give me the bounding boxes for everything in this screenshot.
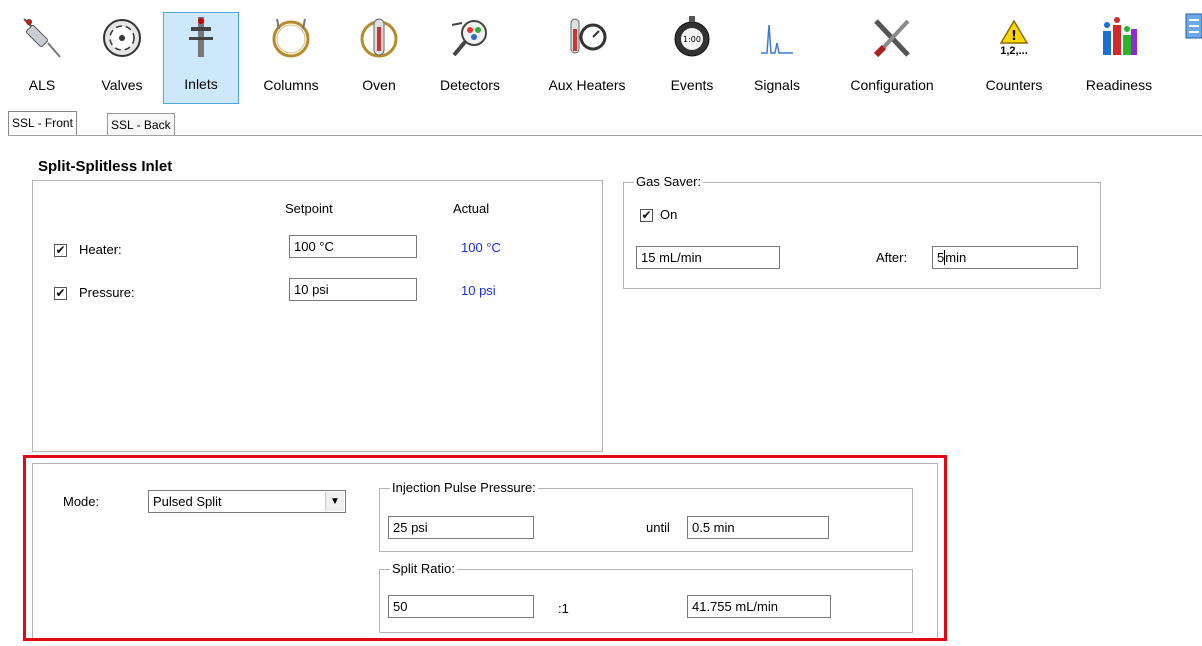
setpoint-panel: Setpoint Actual ✔ Heater: 100 °C 100 °C … — [32, 180, 603, 452]
actual-header: Actual — [453, 201, 490, 216]
toolbar-label: Aux Heaters — [548, 77, 626, 93]
setpoint-header: Setpoint — [285, 201, 333, 216]
toolbar-label: Events — [670, 77, 714, 93]
heater-actual-value: 100 °C — [461, 240, 501, 255]
column-coil-icon — [269, 13, 313, 63]
tools-icon — [870, 13, 914, 63]
detector-icon — [448, 13, 492, 63]
toolbar-oven-button[interactable]: Oven — [352, 13, 406, 103]
toolbar-label: Inlets — [184, 76, 218, 92]
pressure-setpoint-input[interactable]: 10 psi — [289, 278, 417, 301]
toolbar-label: Oven — [362, 77, 396, 93]
pressure-actual-value: 10 psi — [461, 283, 496, 298]
toolbar-signals-button[interactable]: Signals — [746, 13, 808, 103]
toolbar-label: Detectors — [440, 77, 500, 93]
toolbar-columns-button[interactable]: Columns — [252, 13, 330, 103]
pressure-checkbox[interactable]: ✔ — [54, 287, 67, 300]
after-value-end: min — [945, 250, 967, 265]
inlet-icon — [179, 13, 223, 63]
toolbar-label: Columns — [263, 77, 319, 93]
toolbar-events-button[interactable]: 1:00 Events — [662, 13, 722, 103]
gas-saver-group: Gas Saver: ✔ On 15 mL/min After: 5min — [623, 174, 1101, 289]
svg-text:!: ! — [1011, 29, 1017, 44]
toolbar-label: Configuration — [850, 77, 934, 93]
toolbar-label: Readiness — [1085, 77, 1153, 93]
toolbar-counters-button[interactable]: ! 1,2,... Counters — [976, 13, 1052, 103]
toolbar-label: ALS — [28, 77, 56, 93]
heater-checkbox[interactable]: ✔ — [54, 244, 67, 257]
after-value-start: 5 — [937, 250, 945, 265]
readiness-bars-icon — [1097, 13, 1141, 63]
toolbar-label: Signals — [754, 77, 800, 93]
svg-text:1:00: 1:00 — [683, 35, 701, 44]
heater-label: Heater: — [79, 242, 122, 257]
tab-ssl-back[interactable]: SSL - Back — [107, 113, 175, 135]
toolbar-als-button[interactable]: ALS — [14, 13, 70, 103]
after-label: After: — [876, 250, 908, 265]
toolbar-overflow-icon[interactable] — [1184, 12, 1202, 48]
toolbar-readiness-button[interactable]: Readiness — [1076, 13, 1162, 103]
gas-saver-flow-input[interactable]: 15 mL/min — [636, 246, 780, 269]
page-title: Split-Splitless Inlet — [38, 158, 173, 175]
gas-saver-on-label: On — [660, 207, 678, 222]
after-time-input[interactable]: 5min — [932, 246, 1078, 269]
tab-ssl-front[interactable]: SSL - Front — [8, 111, 77, 135]
tab-divider — [8, 135, 1202, 136]
valve-icon — [100, 13, 144, 63]
oven-icon — [357, 13, 401, 63]
aux-heater-icon — [565, 13, 609, 63]
gas-saver-on-checkbox[interactable]: ✔ — [640, 209, 653, 222]
signal-peak-icon — [755, 13, 799, 63]
toolbar-configuration-button[interactable]: Configuration — [836, 13, 948, 103]
counter-icon-text: 1,2,... — [1000, 45, 1028, 57]
toolbar-valves-button[interactable]: Valves — [92, 13, 152, 103]
heater-setpoint-input[interactable]: 100 °C — [289, 235, 417, 258]
toolbar-inlets-button[interactable]: Inlets — [163, 12, 239, 104]
warning-counter-icon: ! 1,2,... — [992, 13, 1036, 63]
toolbar-aux-heaters-button[interactable]: Aux Heaters — [534, 13, 640, 103]
gas-saver-legend: Gas Saver: — [634, 174, 704, 189]
syringe-icon — [20, 13, 64, 63]
toolbar: ALS Valves Inlets Columns Oven Detectors… — [0, 0, 1202, 106]
toolbar-detectors-button[interactable]: Detectors — [430, 13, 510, 103]
stopwatch-icon: 1:00 — [670, 13, 714, 63]
pressure-label: Pressure: — [79, 285, 135, 300]
toolbar-label: Valves — [101, 77, 143, 93]
toolbar-label: Counters — [985, 77, 1043, 93]
highlight-box — [23, 455, 947, 641]
